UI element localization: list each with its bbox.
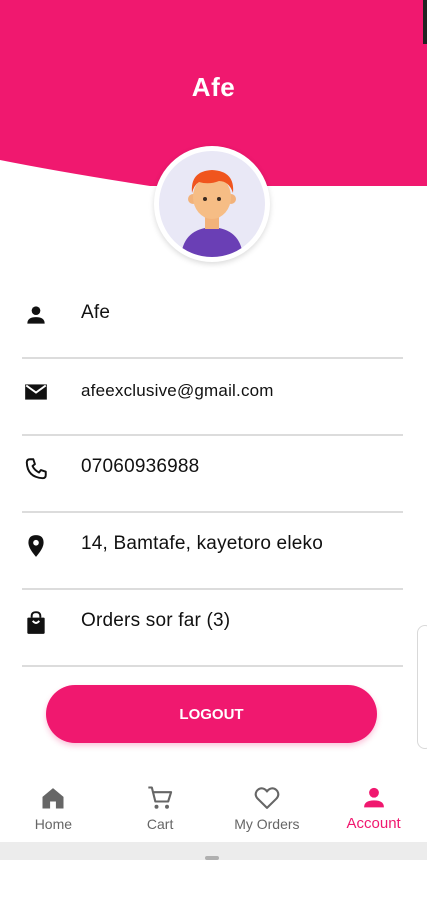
nav-label-account: Account: [346, 815, 401, 832]
location-pin-icon: [23, 533, 49, 559]
person-icon: [23, 302, 49, 328]
cart-icon: [146, 784, 174, 812]
status-bar-edge: [423, 0, 427, 44]
profile-info-list: Afe afeexclusive@gmail.com 07060936988 1…: [22, 282, 403, 667]
avatar[interactable]: [154, 146, 270, 262]
email-value: afeexclusive@gmail.com: [81, 381, 274, 400]
heart-icon: [253, 784, 281, 812]
info-row-address[interactable]: 14, Bamtafe, kayetoro eleko: [22, 513, 403, 590]
name-value: Afe: [81, 302, 111, 323]
info-row-phone[interactable]: 07060936988: [22, 436, 403, 513]
nav-item-home[interactable]: Home: [0, 778, 107, 840]
profile-name: Afe: [191, 72, 236, 102]
nav-item-my-orders[interactable]: My Orders: [214, 778, 321, 840]
nav-label-home: Home: [34, 816, 73, 832]
side-drawer-handle[interactable]: [417, 625, 427, 749]
shopping-bag-icon: [23, 610, 49, 636]
nav-label-cart: Cart: [146, 816, 174, 832]
info-row-orders[interactable]: Orders sor far (3): [22, 590, 403, 667]
info-row-email[interactable]: afeexclusive@gmail.com: [22, 359, 403, 436]
logout-button[interactable]: LOGOUT: [46, 685, 377, 743]
home-indicator[interactable]: [205, 856, 219, 860]
info-row-name[interactable]: Afe: [22, 282, 403, 359]
mail-icon: [23, 379, 49, 405]
person-icon: [360, 784, 388, 812]
home-icon: [39, 784, 67, 812]
orders-value: Orders sor far (3): [81, 610, 231, 631]
bottom-navigation: Home Cart My Orders Account: [0, 778, 427, 840]
nav-label-my-orders: My Orders: [234, 816, 300, 832]
phone-value: 07060936988: [81, 456, 200, 477]
address-value: 14, Bamtafe, kayetoro eleko: [81, 533, 323, 554]
nav-item-account[interactable]: Account: [320, 778, 427, 840]
phone-icon: [23, 456, 49, 482]
nav-item-cart[interactable]: Cart: [107, 778, 214, 840]
user-avatar-illustration: [159, 151, 265, 257]
